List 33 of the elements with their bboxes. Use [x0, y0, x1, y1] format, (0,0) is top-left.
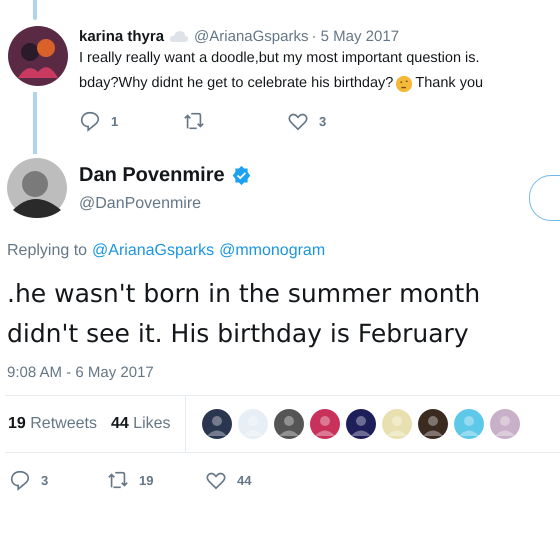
reply-icon[interactable]	[9, 469, 31, 491]
tweet-text: .he wasn't born in the summer month	[7, 278, 482, 310]
tweet-text: didn't see it. His birthday is February	[7, 318, 470, 350]
avatar	[7, 158, 67, 218]
action-count: 1	[111, 114, 118, 128]
action-count: 3	[319, 114, 326, 128]
retweet-icon[interactable]	[107, 469, 129, 491]
reply-icon[interactable]	[79, 110, 101, 132]
tweet-text: bday?Why didnt he get to celebrate his birthday?	[79, 74, 394, 93]
tweet-timestamp[interactable]: 9:08 AM - 6 May 2017	[0, 364, 560, 381]
avatar[interactable]	[418, 409, 448, 439]
tweet-text: Thank you	[415, 74, 484, 93]
tweet-date[interactable]: · 5 May 2017	[311, 28, 400, 44]
avatar[interactable]	[346, 409, 376, 439]
user-name[interactable]: karina thyra	[79, 28, 164, 44]
user-handle[interactable]: @ArianaGsparks	[194, 28, 308, 44]
avatar	[8, 26, 68, 86]
stat-link[interactable]: 19 Retweets	[8, 415, 97, 433]
avatar[interactable]	[202, 409, 232, 439]
mention-link[interactable]: @ArianaGsparks	[92, 242, 214, 260]
avatar[interactable]	[274, 409, 304, 439]
action-count: 44	[237, 472, 252, 488]
user-handle[interactable]: @DanPovenmire	[79, 195, 252, 213]
retweet-icon[interactable]	[183, 110, 205, 132]
action-count: 19	[139, 472, 154, 488]
mention-link[interactable]: @mmonogram	[219, 242, 326, 260]
user-name[interactable]: Dan Povenmire	[79, 164, 225, 187]
action-count: 3	[41, 472, 48, 488]
cloud-icon	[169, 29, 190, 43]
emoji-icon	[395, 74, 414, 92]
stat-link[interactable]: 44 Likes	[110, 415, 171, 433]
replying-label: Replying to	[7, 242, 88, 260]
tweet-text: I really really want a doodle,but my most important question is.	[79, 49, 481, 68]
